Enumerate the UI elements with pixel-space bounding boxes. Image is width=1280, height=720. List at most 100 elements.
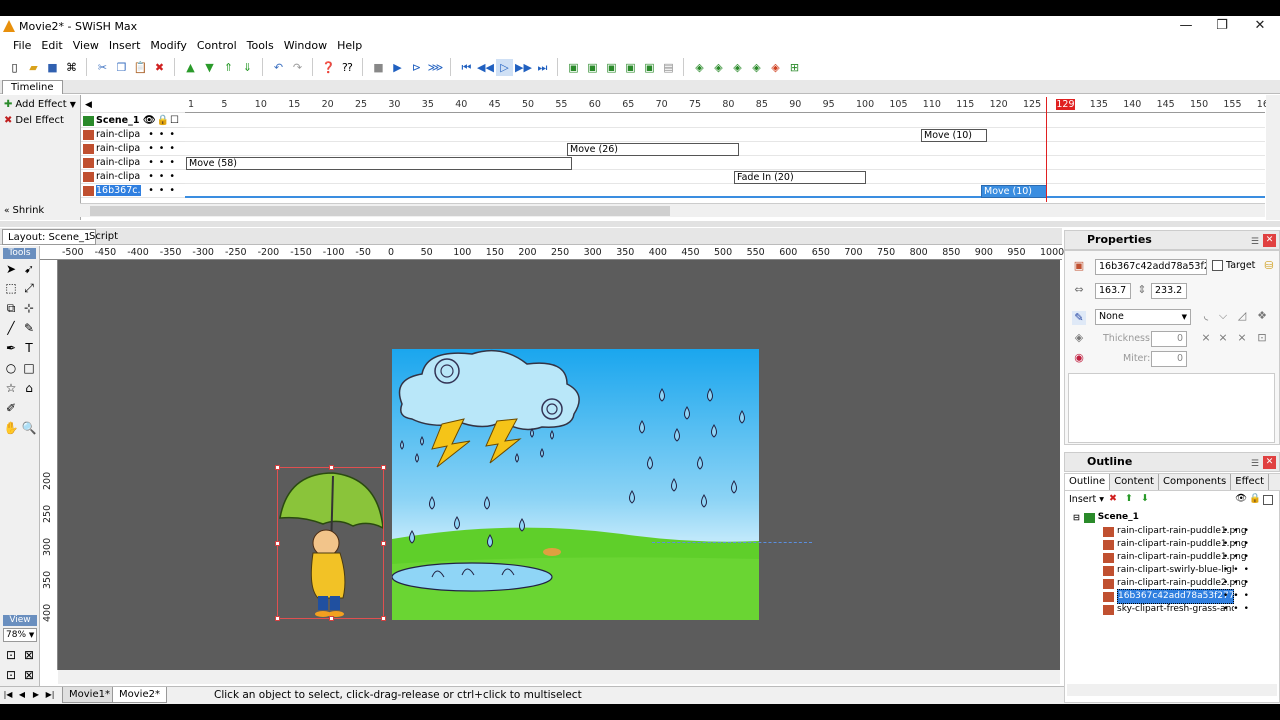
target-checkbox[interactable] — [1212, 260, 1223, 271]
color-icon[interactable]: ◉ — [1072, 351, 1086, 365]
menu-tools[interactable]: Tools — [242, 39, 279, 52]
next-frame-icon[interactable]: ▶▶ — [515, 59, 532, 76]
width-field[interactable]: 163.7 — [1095, 283, 1131, 299]
menu-help[interactable]: Help — [332, 39, 367, 52]
hand-icon[interactable]: ✋ — [3, 420, 19, 436]
minimize-button[interactable]: — — [1168, 16, 1204, 36]
zoom-select[interactable]: 78% ▼ — [3, 628, 37, 642]
undo-icon[interactable]: ↶ — [270, 59, 287, 76]
line-style-icon[interactable]: ✎ — [1072, 311, 1086, 325]
tab-movie1[interactable]: Movie1* — [62, 687, 117, 703]
visibility-lock-icons[interactable]: 👁🔒☐ — [143, 115, 186, 126]
cut-icon[interactable]: ✂ — [94, 59, 111, 76]
insert-scene-icon[interactable]: ▣ — [565, 59, 582, 76]
select-arrow-icon[interactable]: ➤ — [3, 261, 19, 277]
collapse-icon[interactable]: ⊟ — [1073, 511, 1080, 524]
play-effect-icon[interactable]: ⋙ — [427, 59, 444, 76]
move-up-icon[interactable]: ⬆ — [1125, 493, 1133, 504]
prev-frame-icon[interactable]: ◀◀ — [477, 59, 494, 76]
group-icon[interactable]: ◈ — [691, 59, 708, 76]
line-join-icon[interactable]: ⌵ — [1216, 309, 1230, 323]
outline-item[interactable]: sky-clipart-fresh-grass-and-sky••• — [1103, 603, 1279, 616]
visibility-icon[interactable]: 👁 — [1235, 493, 1247, 504]
insert-button-icon[interactable]: ▣ — [603, 59, 620, 76]
outline-checkbox[interactable] — [1263, 495, 1273, 505]
timeline-track[interactable] — [185, 114, 1265, 128]
maximize-button[interactable]: ❐ — [1204, 16, 1240, 36]
close-icon[interactable]: ✕ — [1263, 234, 1276, 247]
zoom-fit-icon[interactable]: ⊡ — [3, 647, 19, 663]
motion-path-line[interactable] — [652, 542, 812, 543]
menu-insert[interactable]: Insert — [104, 39, 146, 52]
play-scene-icon[interactable]: ⊳ — [408, 59, 425, 76]
fill-transform-icon[interactable]: ⊹ — [21, 300, 37, 316]
timeline-track[interactable] — [185, 184, 1265, 198]
autoshape-icon[interactable]: ⌂ — [21, 380, 37, 396]
cap-round-icon[interactable]: ⨯ — [1199, 331, 1213, 345]
help-icon[interactable]: ❓ — [320, 59, 337, 76]
star-icon[interactable]: ☆ — [3, 380, 19, 396]
target-icon[interactable]: ⛁ — [1262, 259, 1276, 273]
line-cap-icon[interactable]: ◟ — [1199, 309, 1213, 323]
transform-icon[interactable]: ⬚ — [3, 280, 19, 296]
menu-file[interactable]: File — [8, 39, 36, 52]
insert-text-icon[interactable]: ▣ — [584, 59, 601, 76]
timeline-frame-ruler[interactable]: 1 5 10 15 20 25 30 35 40 45 50 55 60 65 70 75 80 85 90 95 10… — [185, 97, 1275, 113]
play-icon[interactable]: ▶ — [389, 59, 406, 76]
save-icon[interactable]: ■ — [44, 59, 61, 76]
scrollbar-thumb[interactable] — [90, 206, 670, 216]
subselect-icon[interactable]: ➹ — [21, 261, 37, 277]
line-miter-icon[interactable]: ◿ — [1235, 309, 1249, 323]
outline-horizontal-scrollbar[interactable] — [1067, 684, 1277, 696]
outline-item-selected[interactable]: 16b367c42add78a53f277edb••• — [1103, 589, 1279, 604]
open-folder-icon[interactable]: ▰ — [25, 59, 42, 76]
timeline-playhead[interactable] — [1046, 97, 1047, 202]
ellipse-icon[interactable]: ○ — [3, 360, 19, 376]
group-as-sprite-icon[interactable]: ◈ — [710, 59, 727, 76]
last-frame-icon[interactable]: ⏭ — [534, 59, 551, 76]
outline-item[interactable]: rain-clipart-swirly-blue-lightning••• — [1103, 564, 1279, 577]
menu-control[interactable]: Control — [192, 39, 242, 52]
new-file-icon[interactable]: ▯ — [6, 59, 23, 76]
first-tab-icon[interactable]: |◀ — [3, 690, 13, 701]
panel-menu-icon[interactable]: ☰ — [1251, 455, 1259, 473]
insert-sprite-icon[interactable]: ▣ — [622, 59, 639, 76]
send-to-back-icon[interactable]: ▼ — [201, 59, 218, 76]
move-up-icon[interactable]: ⇑ — [220, 59, 237, 76]
effect-bar[interactable]: Move (58) — [186, 157, 572, 170]
reshape-icon[interactable]: ⧉ — [3, 300, 19, 316]
tab-outline[interactable]: Outline — [1065, 474, 1111, 490]
miter-field[interactable]: 0 — [1151, 351, 1187, 367]
stop-icon[interactable]: ■ — [370, 59, 387, 76]
copy-icon[interactable]: ❐ — [113, 59, 130, 76]
menu-view[interactable]: View — [68, 39, 104, 52]
text-icon[interactable]: T — [21, 340, 37, 356]
resize-handle[interactable] — [329, 465, 334, 470]
timeline-track[interactable] — [185, 170, 1265, 184]
join-bevel-icon[interactable]: ⊡ — [1255, 331, 1269, 345]
tab-timeline[interactable]: Timeline — [2, 80, 63, 94]
first-frame-icon[interactable]: ⏮ — [458, 59, 475, 76]
delete-icon[interactable]: ✖ — [1109, 493, 1117, 504]
fill-style-icon[interactable]: ◈ — [1072, 331, 1086, 345]
timeline-track[interactable] — [185, 128, 1265, 142]
resize-handle[interactable] — [275, 541, 280, 546]
paste-icon[interactable]: 📋 — [132, 59, 149, 76]
tab-components[interactable]: Components — [1159, 474, 1232, 490]
panel-splitter[interactable] — [0, 221, 1280, 227]
close-icon[interactable]: ✕ — [1263, 456, 1276, 469]
export-icon[interactable]: ⌘ — [63, 59, 80, 76]
resize-handle[interactable] — [275, 616, 280, 621]
tab-content[interactable]: Content — [1110, 474, 1159, 490]
timeline-horizontal-scrollbar[interactable] — [80, 203, 1265, 217]
timeline-row[interactable]: rain-clipa... ••• — [81, 128, 186, 142]
zoom-selection-icon[interactable]: ⊠ — [21, 647, 37, 663]
prev-tab-icon[interactable]: ◀ — [17, 690, 27, 701]
eyedropper-icon[interactable]: ✐ — [3, 400, 19, 416]
move-down-icon[interactable]: ⬇ — [1141, 493, 1149, 504]
context-help-icon[interactable]: ⁇ — [339, 59, 356, 76]
canvas-horizontal-scrollbar[interactable] — [58, 670, 1060, 684]
timeline-row-selected[interactable]: 16b367c... ••• — [81, 184, 186, 198]
bring-to-front-icon[interactable]: ▲ — [182, 59, 199, 76]
resize-handle[interactable] — [275, 465, 280, 470]
